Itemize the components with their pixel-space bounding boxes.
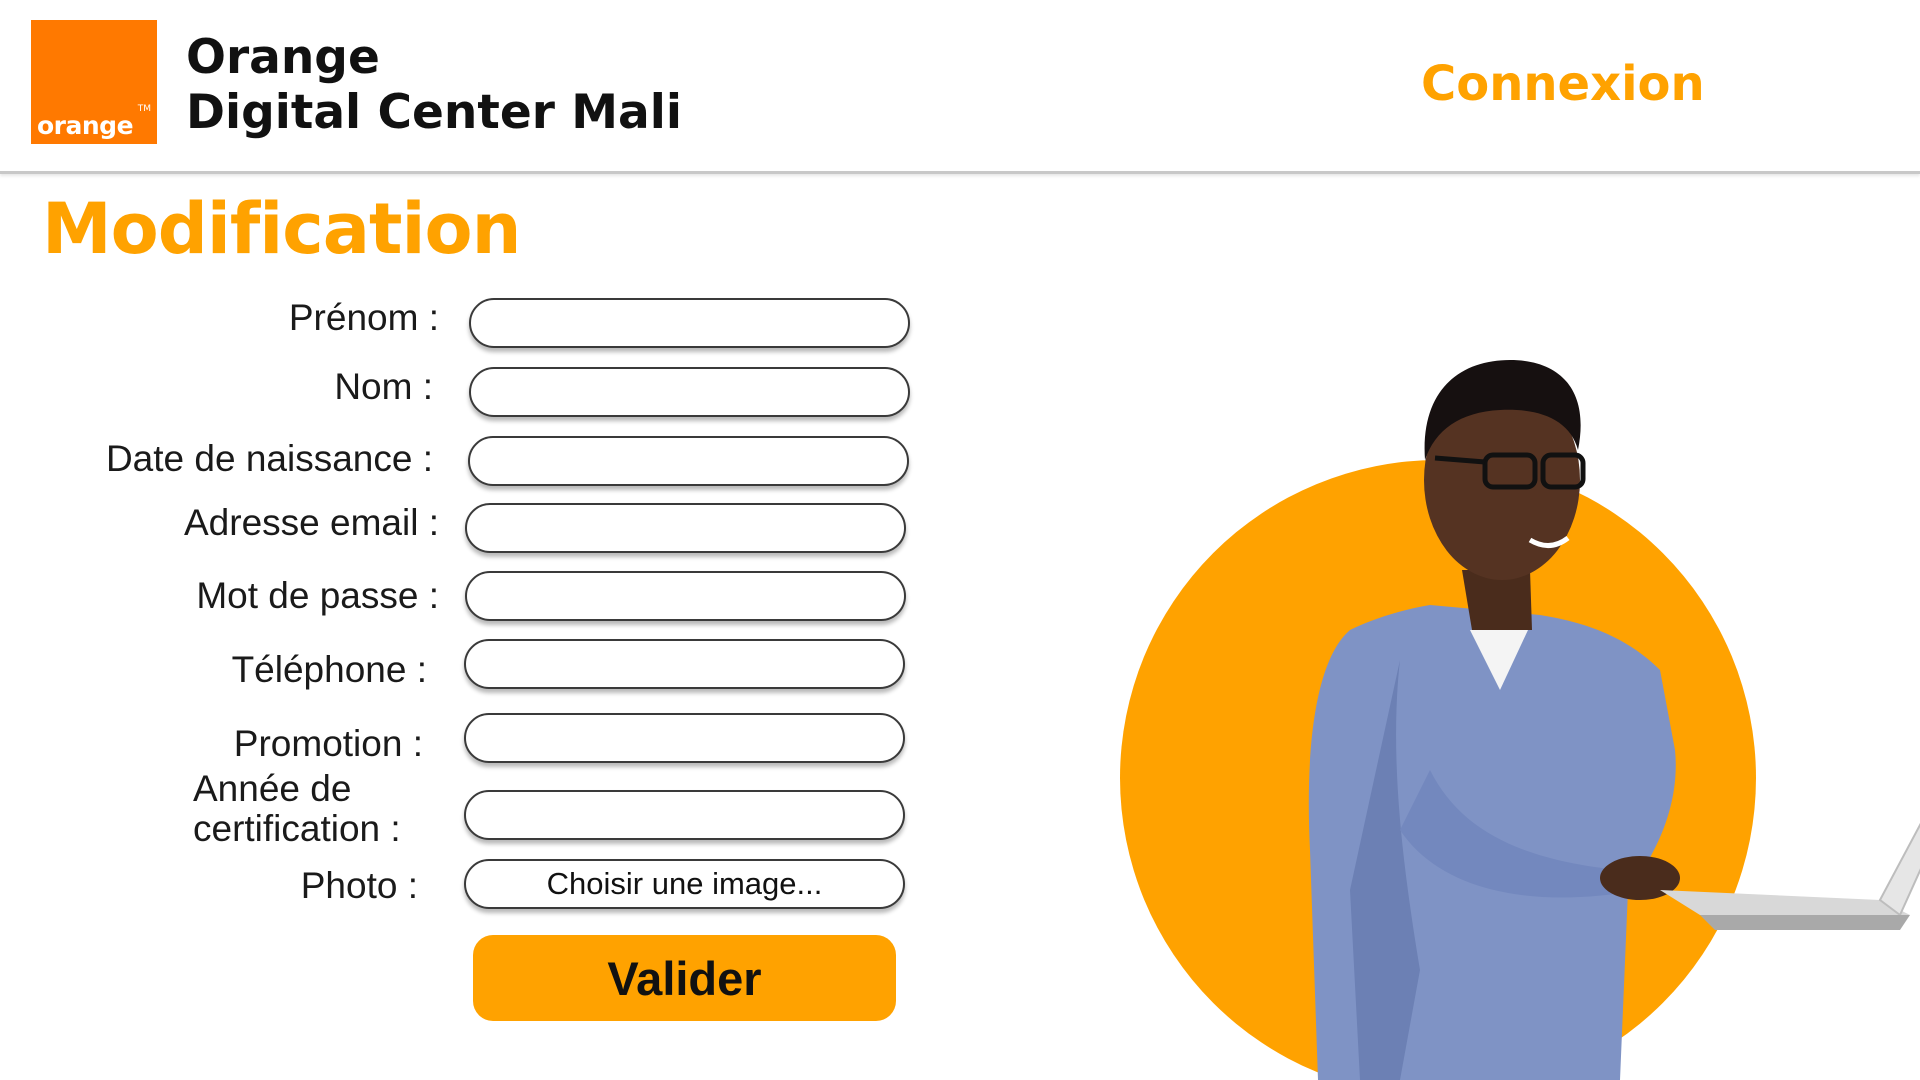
brand-line-2: Digital Center Mali: [186, 85, 682, 140]
orange-logo[interactable]: orange TM: [31, 20, 157, 144]
header: orange TM Orange Digital Center Mali Con…: [0, 0, 1920, 174]
brand-name: Orange Digital Center Mali: [186, 30, 682, 140]
last-name-label: Nom :: [334, 366, 433, 407]
birth-date-field[interactable]: [468, 436, 909, 486]
password-field[interactable]: [465, 571, 906, 621]
certification-year-label: Année de certification :: [193, 769, 401, 849]
student-with-laptop-illustration: [1120, 360, 1920, 1080]
choose-image-button[interactable]: Choisir une image...: [464, 859, 905, 909]
page-title: Modification: [42, 188, 521, 270]
photo-label: Photo :: [300, 865, 418, 906]
email-field[interactable]: [465, 503, 906, 553]
certification-year-label-line-1: Année de: [193, 768, 352, 809]
validate-button[interactable]: Valider: [473, 935, 896, 1021]
first-name-field[interactable]: [469, 298, 910, 348]
certification-year-field[interactable]: [464, 790, 905, 840]
logo-text: orange: [37, 111, 134, 140]
promotion-label: Promotion :: [233, 723, 423, 764]
phone-field[interactable]: [464, 639, 905, 689]
phone-label: Téléphone :: [231, 649, 427, 690]
login-link[interactable]: Connexion: [1421, 56, 1705, 112]
certification-year-label-line-2: certification :: [193, 808, 401, 849]
email-label: Adresse email :: [184, 502, 439, 543]
promotion-field[interactable]: [464, 713, 905, 763]
password-label: Mot de passe :: [196, 575, 439, 616]
last-name-field[interactable]: [469, 367, 910, 417]
brand-line-1: Orange: [186, 30, 380, 85]
birth-date-label: Date de naissance :: [105, 438, 433, 479]
logo-trademark: TM: [137, 104, 151, 114]
first-name-label: Prénom :: [288, 297, 439, 338]
page: orange TM Orange Digital Center Mali Con…: [0, 0, 1920, 1080]
